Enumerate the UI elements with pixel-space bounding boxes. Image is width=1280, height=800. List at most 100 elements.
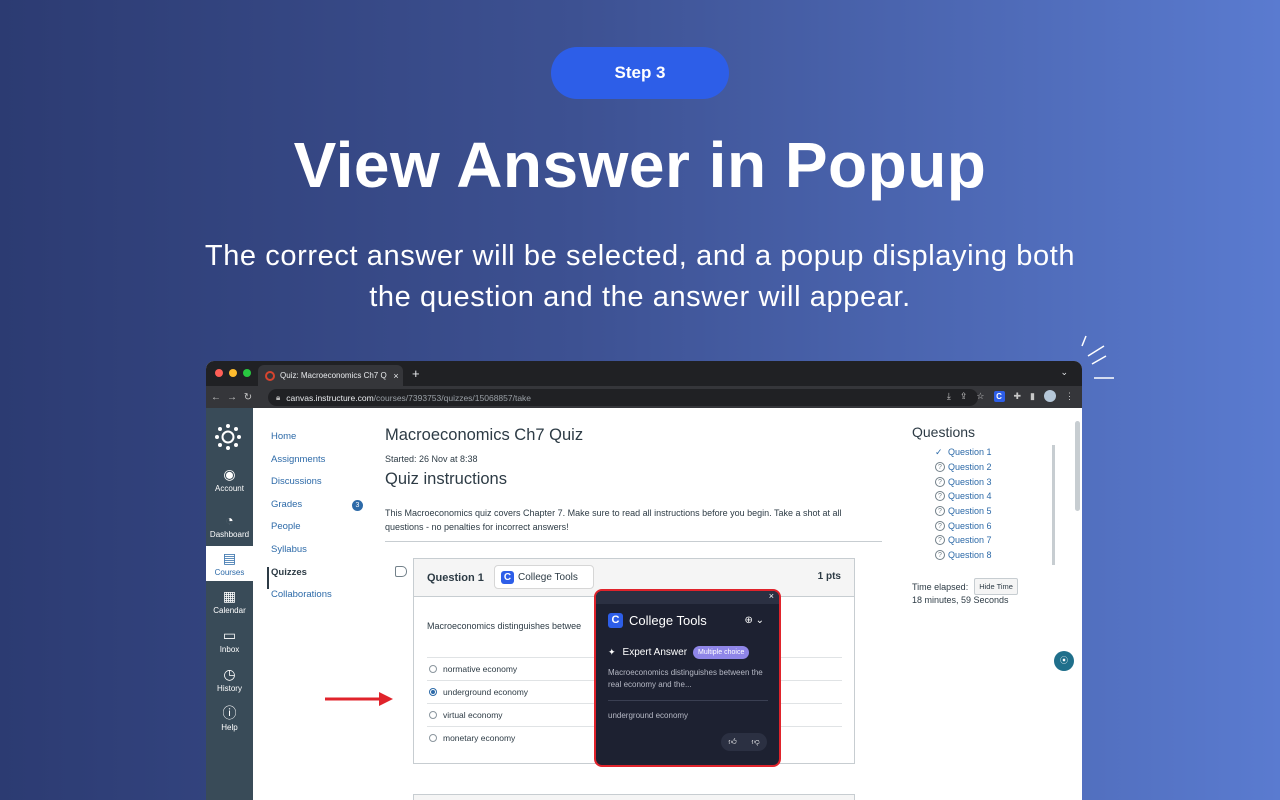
- college-tools-logo-icon: C: [501, 570, 514, 584]
- expert-answer-label: Expert Answer: [622, 647, 688, 658]
- question-points: 1 pts: [817, 571, 841, 582]
- extensions-puzzle-icon[interactable]: ✚: [1014, 391, 1022, 402]
- tab-close-icon[interactable]: ×: [389, 371, 403, 381]
- back-icon[interactable]: ←: [208, 392, 224, 403]
- nav-dashboard[interactable]: ◔ Dashboard: [206, 512, 253, 539]
- question-link-label: Question 1: [948, 447, 992, 458]
- reload-icon[interactable]: ↻: [240, 392, 256, 403]
- radio-button[interactable]: [429, 734, 437, 742]
- thumbs-up-icon[interactable]: 👍︎: [728, 737, 736, 747]
- nav-help[interactable]: ⓘ Help: [206, 705, 253, 732]
- college-tools-extension-icon[interactable]: C: [993, 390, 1005, 402]
- question-link[interactable]: ? Question 5: [935, 504, 992, 519]
- popup-close-icon[interactable]: ×: [769, 591, 774, 601]
- help-icon: ⓘ: [222, 705, 237, 721]
- popup-titlebar: ×: [596, 591, 779, 604]
- thumbs-down-icon[interactable]: 👎︎: [752, 737, 760, 747]
- grades-count-badge: 3: [352, 499, 363, 511]
- address-bar-row: ← → ↻ 🔒︎ canvas.instructure.com/courses/…: [206, 386, 1082, 408]
- questions-scrollbar[interactable]: [1052, 445, 1055, 565]
- nav-calendar[interactable]: ▦ Calendar: [206, 588, 253, 615]
- hide-time-button[interactable]: Hide Time: [974, 578, 1018, 595]
- popup-answer: underground economy: [608, 711, 689, 720]
- quiz-title: Macroeconomics Ch7 Quiz: [385, 426, 584, 444]
- question-text: Macroeconomics distinguishes betwee: [427, 621, 582, 631]
- nav-inbox[interactable]: ▭ Inbox: [206, 627, 253, 654]
- course-navigation: Home Assignments Discussions Grades 3 Peo…: [267, 431, 363, 612]
- question-link[interactable]: ? Question 7: [935, 533, 992, 548]
- nav-history[interactable]: ◷ History: [206, 666, 253, 693]
- time-elapsed-value: 18 minutes, 59 Seconds: [912, 595, 1009, 605]
- nav-label: Inbox: [219, 645, 240, 654]
- answer-label: virtual economy: [443, 710, 503, 720]
- url-host: canvas.instructure.com: [286, 392, 374, 403]
- question-link-label: Question 8: [948, 550, 992, 561]
- sparkle-icon: [1081, 335, 1114, 379]
- profile-avatar[interactable]: [1044, 390, 1056, 402]
- nav-courses[interactable]: ▤ Courses: [206, 546, 253, 581]
- tab-title: Quiz: Macroeconomics Ch7 Q: [280, 371, 387, 380]
- lock-icon: 🔒︎: [276, 392, 281, 402]
- course-nav-collaborations[interactable]: Collaborations: [271, 589, 332, 612]
- sidepanel-icon[interactable]: ▮: [1030, 391, 1035, 402]
- quiz-started: Started: 26 Nov at 8:38: [385, 454, 478, 464]
- question-link[interactable]: ? Question 6: [935, 518, 992, 533]
- browser-tab[interactable]: Quiz: Macroeconomics Ch7 Q ×: [258, 365, 403, 386]
- questions-list: ✓ Question 1 ? Question 2 ? Question 3 ? Que…: [935, 445, 992, 563]
- course-nav-people[interactable]: People: [271, 521, 332, 544]
- nav-label: History: [217, 684, 242, 693]
- answer-label: underground economy: [443, 687, 529, 697]
- install-icon[interactable]: ⤓: [947, 391, 951, 402]
- question-link-label: Question 2: [948, 462, 992, 473]
- language-globe-icon[interactable]: ⊕ ⌄: [744, 615, 764, 626]
- global-navigation: ◉ Account ◔ Dashboard ▤ Courses ▦ Calendar ▭…: [206, 408, 253, 800]
- college-tools-button[interactable]: C College Tools: [494, 565, 594, 589]
- answered-check-icon: ✓: [935, 446, 943, 457]
- forward-icon[interactable]: →: [224, 392, 240, 403]
- course-nav-assignments[interactable]: Assignments: [271, 454, 332, 477]
- calendar-icon: ▦: [222, 588, 237, 604]
- feedback-buttons: 👍︎ 👎︎: [721, 733, 767, 751]
- share-icon[interactable]: ⇪: [960, 391, 968, 402]
- question-link[interactable]: ? Question 3: [935, 474, 992, 489]
- sparkle-icon: ✦: [608, 647, 616, 657]
- time-elapsed-label: Time elapsed:: [912, 581, 969, 592]
- question-link-label: Question 4: [948, 491, 992, 502]
- question-link-label: Question 5: [948, 506, 992, 517]
- nav-label: Courses: [214, 568, 245, 577]
- unanswered-question-icon: ?: [935, 491, 945, 502]
- radio-button-selected[interactable]: [429, 688, 437, 696]
- question-link[interactable]: ? Question 8: [935, 548, 992, 563]
- course-nav-grades[interactable]: Grades 3: [271, 499, 363, 522]
- unanswered-question-icon: ?: [935, 506, 945, 517]
- floating-helper-icon[interactable]: ⦿: [1054, 651, 1074, 671]
- bookmark-star-icon[interactable]: ☆: [976, 391, 984, 402]
- question-link-label: Question 3: [948, 476, 992, 487]
- canvas-logo-icon[interactable]: [215, 424, 241, 450]
- account-icon: ◉: [223, 466, 236, 482]
- instructions-text: This Macroeconomics quiz covers Chapter …: [385, 508, 842, 532]
- course-nav-discussions[interactable]: Discussions: [271, 476, 332, 499]
- new-tab-button[interactable]: +: [412, 366, 420, 381]
- radio-button[interactable]: [429, 711, 437, 719]
- question-link-label: Question 7: [948, 535, 992, 546]
- inbox-icon: ▭: [222, 627, 237, 643]
- question-link[interactable]: ? Question 4: [935, 489, 992, 504]
- page-scrollbar[interactable]: [1075, 421, 1080, 511]
- canvas-favicon-icon: [265, 370, 275, 381]
- url-field[interactable]: 🔒︎ canvas.instructure.com/courses/739375…: [268, 389, 978, 406]
- time-elapsed-row: Time elapsed: Hide Time: [912, 578, 1018, 595]
- question-link[interactable]: ✓ Question 1: [935, 445, 992, 460]
- course-nav-syllabus[interactable]: Syllabus: [271, 544, 332, 567]
- menu-kebab-icon[interactable]: ⋮: [1065, 391, 1074, 402]
- question-link-label: Question 6: [948, 520, 992, 531]
- window-controls[interactable]: [215, 369, 251, 377]
- flag-question-icon[interactable]: [395, 566, 407, 577]
- course-nav-home[interactable]: Home: [271, 431, 332, 454]
- nav-account[interactable]: ◉ Account: [206, 466, 253, 493]
- radio-button[interactable]: [429, 665, 437, 673]
- question-link[interactable]: ? Question 2: [935, 460, 992, 475]
- course-nav-quizzes[interactable]: Quizzes: [267, 566, 332, 590]
- hero-subtitle: The correct answer will be selected, and…: [204, 240, 1076, 313]
- tab-search-icon[interactable]: ⌄: [1060, 367, 1068, 378]
